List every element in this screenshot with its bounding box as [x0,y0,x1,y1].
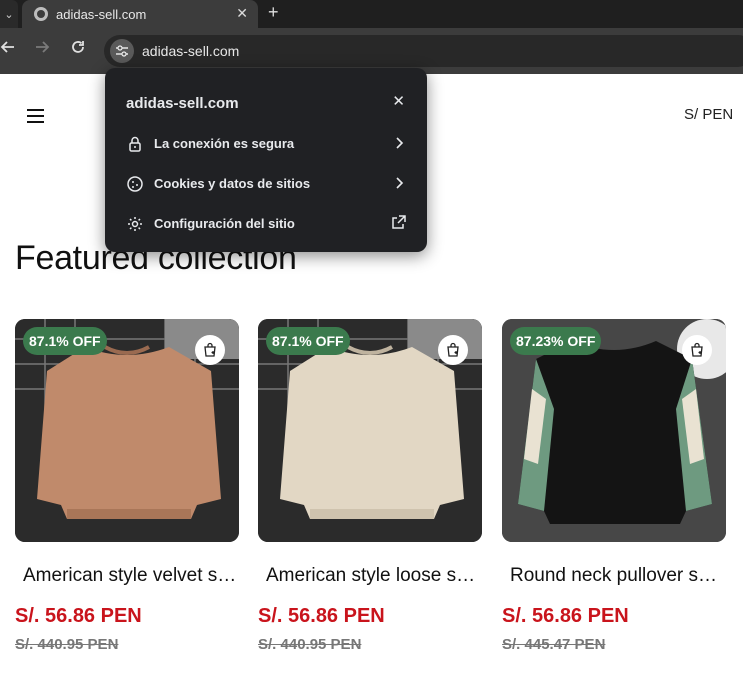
globe-icon [34,7,48,21]
add-to-cart-icon[interactable] [682,335,712,365]
external-link-icon [391,214,407,232]
cookies-item[interactable]: Cookies y datos de sitios [105,164,427,204]
product-old-price: S/. 445.47 PEN [502,636,606,653]
add-to-cart-icon[interactable] [438,335,468,365]
hamburger-menu-icon[interactable] [27,109,44,123]
product-price: S/. 56.86 PEN [15,605,142,627]
product-price: S/. 56.86 PEN [502,605,629,627]
lock-icon [126,135,144,153]
site-settings-label: Configuración del sitio [154,216,295,231]
discount-badge: 87.23% OFF [510,327,602,355]
back-arrow-icon[interactable] [0,39,16,61]
connection-secure-item[interactable]: La conexión es segura [105,124,427,164]
chevron-right-icon [391,134,407,152]
new-tab-button[interactable]: + [268,2,279,23]
product-image[interactable]: 87.23% OFF [502,319,726,542]
gear-icon [126,215,144,233]
site-info-popup: adidas-sell.com ✕ La conexión es segura … [105,68,427,252]
reload-icon[interactable] [70,39,86,61]
site-info-icon[interactable] [110,39,134,63]
url-text[interactable]: adidas-sell.com [142,43,239,59]
product-old-price: S/. 440.95 PEN [15,636,119,653]
chevron-right-icon [391,174,407,192]
site-settings-item[interactable]: Configuración del sitio [105,204,427,244]
product-name[interactable]: Round neck pullover sweatshirt [502,565,726,587]
product-name[interactable]: American style loose sweatshirt [258,565,482,587]
tab-title: adidas-sell.com [56,6,147,22]
discount-badge: 87.1% OFF [23,327,107,355]
product-image[interactable]: 87.1% OFF [15,319,239,542]
browser-tab[interactable]: adidas-sell.com ✕ [22,0,258,28]
connection-secure-label: La conexión es segura [154,136,295,151]
popup-title: adidas-sell.com [126,95,239,112]
close-icon[interactable]: ✕ [392,93,405,111]
currency-selector[interactable]: S/ PEN [684,106,733,123]
product-image[interactable]: 87.1% OFF [258,319,482,542]
discount-badge: 87.1% OFF [266,327,350,355]
cookies-label: Cookies y datos de sitios [154,176,311,191]
product-card[interactable]: 87.23% OFF Round neck pullover sweatshir… [502,319,726,653]
product-name[interactable]: American style velvet sweatshirt [15,565,239,587]
product-old-price: S/. 440.95 PEN [258,636,362,653]
tab-strip: ⌄ adidas-sell.com ✕ + [0,0,743,28]
product-card[interactable]: 87.1% OFF American style velvet sweatshi… [15,319,239,653]
address-bar[interactable]: adidas-sell.com [104,35,743,67]
forward-arrow-icon[interactable] [34,39,50,61]
tab-search-button[interactable]: ⌄ [0,0,18,28]
add-to-cart-icon[interactable] [195,335,225,365]
cookie-icon [126,175,144,193]
product-card[interactable]: 87.1% OFF American style loose sweatshir… [258,319,482,653]
tab-close-icon[interactable]: ✕ [236,6,248,20]
product-price: S/. 56.86 PEN [258,605,385,627]
